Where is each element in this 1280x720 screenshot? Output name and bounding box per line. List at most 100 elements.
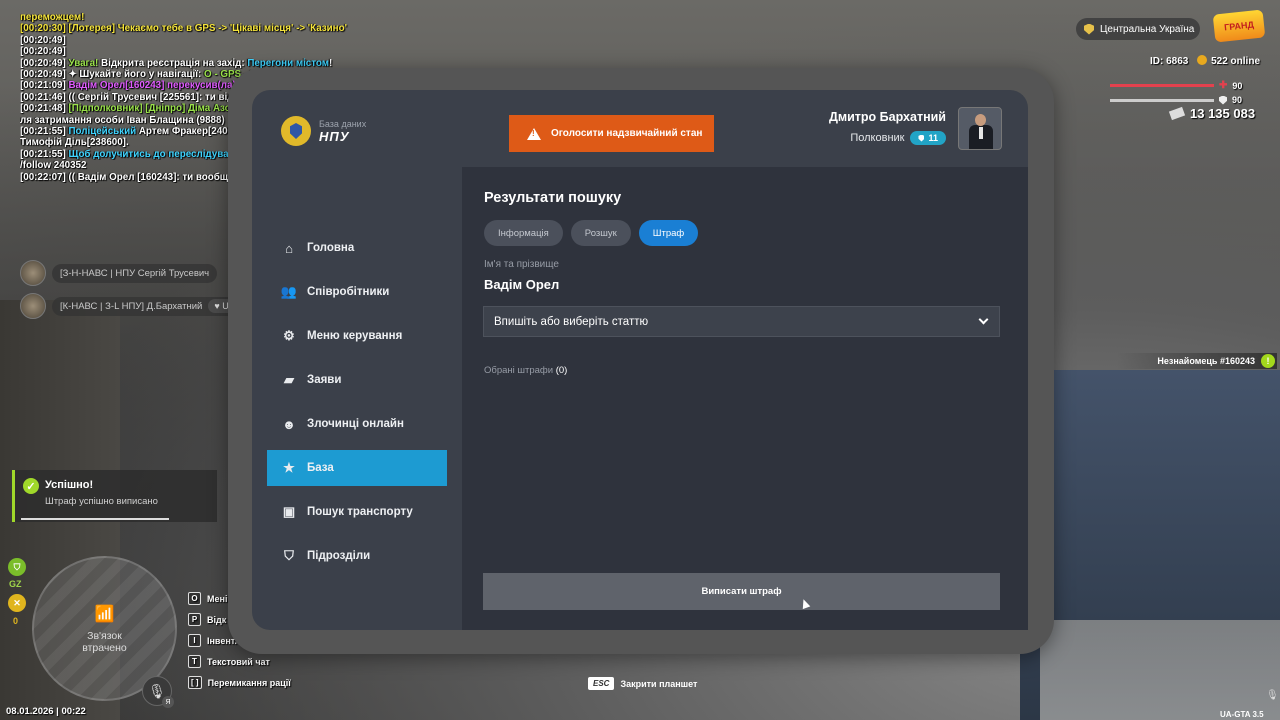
mic-badge: Я bbox=[162, 696, 174, 708]
key-hint: [ ] Перемикання рації bbox=[188, 672, 291, 693]
vehicle-search-icon: ▣ bbox=[282, 504, 296, 519]
player-id: ID: 6863 bbox=[1150, 55, 1189, 67]
article-select-placeholder: Впишіть або виберіть статтю bbox=[494, 315, 649, 328]
npu-emblem-icon bbox=[281, 116, 311, 146]
user-avatar bbox=[958, 107, 1002, 150]
user-level-badge: 11 bbox=[910, 131, 946, 145]
employees-icon: 👥 bbox=[280, 284, 298, 299]
health-bar bbox=[1110, 84, 1214, 87]
chat-line: переможцем! bbox=[20, 12, 85, 23]
brand: База даних НПУ bbox=[281, 116, 366, 146]
chat-line: [00:20:49] bbox=[20, 34, 66, 46]
warning-icon bbox=[527, 127, 541, 140]
wanted-count: 0 bbox=[13, 616, 19, 626]
chevron-down-icon bbox=[978, 314, 989, 325]
money-display: 13 135 083 bbox=[1168, 106, 1256, 121]
sidebar-item-label: Злочинці онлайн bbox=[307, 418, 404, 430]
results-tabs: Інформація Розшук Штраф bbox=[484, 220, 699, 246]
chat-line: [00:20:30] [Лотерея] Чекаємо тебе в GPS … bbox=[20, 23, 347, 35]
player-avatar bbox=[20, 293, 46, 319]
sidebar-item-criminals-online[interactable]: ☻ Злочинці онлайн bbox=[267, 406, 447, 442]
money-icon bbox=[1168, 106, 1186, 121]
sidebar-item-label: Пошук транспорту bbox=[307, 506, 413, 518]
gz-label: GZ bbox=[9, 579, 22, 589]
region-shield-icon bbox=[1084, 23, 1094, 35]
user-profile: Дмитро Бархатний Полковник 11 bbox=[810, 107, 1002, 151]
results-title: Результати пошуку bbox=[484, 190, 622, 206]
selected-fines-count: (0) bbox=[555, 365, 568, 376]
brand-name: НПУ bbox=[319, 128, 350, 144]
chat-line: [00:20:49] bbox=[20, 46, 66, 58]
armor-icon bbox=[1219, 95, 1227, 105]
armor-bar-row: 90 bbox=[1110, 95, 1242, 105]
key-hint: T Текстовий чат bbox=[188, 651, 291, 672]
sidebar-nav: ⌂ Головна 👥 Співробітники ⚙ Меню керування ▰ За… bbox=[267, 230, 447, 582]
tab-0[interactable]: Інформація bbox=[484, 220, 563, 246]
toast-title: Успішно! bbox=[45, 479, 94, 491]
armor-value: 90 bbox=[1232, 95, 1243, 105]
name-field-value: Вадім Орел bbox=[484, 277, 560, 292]
region-label: Центральна Україна bbox=[1100, 23, 1195, 35]
user-rank: Полковник bbox=[850, 132, 905, 144]
no-signal-icon: 📶 bbox=[94, 605, 115, 623]
crossed-badge-icon: ✕ bbox=[8, 594, 26, 612]
game-version: UA-GTA 3.5 bbox=[1220, 710, 1264, 719]
tab-2[interactable]: Штраф bbox=[638, 220, 699, 246]
check-icon: ✓ bbox=[23, 478, 39, 494]
divisions-icon: ⛉ bbox=[284, 548, 294, 563]
datetime: 08.01.2026 | 00:22 bbox=[6, 706, 86, 717]
name-field-label: Ім'я та прізвище bbox=[484, 259, 559, 270]
player-entry: [З-Н-НАВС | НПУ Сергій Трусевич bbox=[20, 260, 218, 286]
sidebar-item-home[interactable]: ⌂ Головна bbox=[267, 230, 447, 266]
sidebar-item-vehicle-search[interactable]: ▣ Пошук транспорту bbox=[267, 494, 447, 530]
declare-emergency-button[interactable]: Оголосити надзвичайний стан bbox=[509, 115, 714, 152]
criminals-online-icon: ☻ bbox=[282, 416, 296, 432]
player-entry: [К-НАВС | З-L НПУ] Д.Бархатний♥ UGTA bbox=[20, 293, 261, 319]
money-value: 13 135 083 bbox=[1190, 106, 1256, 121]
nearby-player: Незнайомець #160243 ! bbox=[1117, 353, 1277, 369]
sidebar-item-label: Співробітники bbox=[307, 286, 390, 298]
issue-fine-button[interactable]: Виписати штраф bbox=[483, 573, 1000, 610]
sidebar-item-label: Меню керування bbox=[307, 330, 403, 342]
sidebar-item-employees[interactable]: 👥 Співробітники bbox=[267, 274, 447, 310]
brand-subtitle: База даних bbox=[319, 118, 367, 129]
success-toast: ✓ Успішно! Штраф успішно виписано bbox=[12, 470, 217, 522]
alert-icon: ! bbox=[1261, 354, 1275, 368]
health-icon: ✚ bbox=[1219, 80, 1228, 91]
sidebar-item-control-menu[interactable]: ⚙ Меню керування bbox=[267, 318, 447, 354]
player-avatar bbox=[20, 260, 46, 286]
sidebar-item-database[interactable]: ★ База bbox=[267, 450, 447, 486]
tab-1[interactable]: Розшук bbox=[570, 220, 631, 246]
sidebar-item-label: Підрозділи bbox=[307, 550, 371, 562]
control-menu-icon: ⚙ bbox=[283, 328, 295, 343]
applications-icon: ▰ bbox=[284, 372, 294, 387]
sidebar-item-divisions[interactable]: ⛉ Підрозділи bbox=[267, 538, 447, 574]
toast-progress bbox=[21, 518, 169, 520]
health-value: 90 bbox=[1232, 80, 1243, 91]
connection-lost-label: Зв'язок втрачено bbox=[82, 629, 127, 654]
article-select[interactable]: Впишіть або виберіть статтю bbox=[483, 306, 1000, 337]
sidebar-item-label: Заяви bbox=[307, 374, 342, 386]
close-tablet-label: Закрити планшет bbox=[620, 678, 698, 689]
player-id-line: ID: 6863 522 online bbox=[1150, 55, 1260, 67]
sidebar-item-label: Головна bbox=[307, 242, 355, 254]
sidebar-item-applications[interactable]: ▰ Заяви bbox=[267, 362, 447, 398]
armor-bar bbox=[1110, 98, 1214, 102]
player-tag: [З-Н-НАВС | НПУ Сергій Трусевич bbox=[52, 263, 218, 283]
coin-icon bbox=[1197, 55, 1208, 65]
emergency-label: Оголосити надзвичайний стан bbox=[551, 128, 703, 139]
region-indicator: Центральна Україна bbox=[1076, 18, 1200, 40]
home-icon: ⌂ bbox=[285, 240, 293, 256]
shield-badge-icon: ⛉ bbox=[8, 558, 26, 576]
mic-small-icon: 🎙 bbox=[1266, 690, 1279, 701]
game-logo: ГРАНД bbox=[1212, 9, 1266, 43]
sidebar-item-label: База bbox=[307, 462, 334, 474]
online-count: 522 online bbox=[1197, 55, 1260, 67]
user-rank-row: Полковник 11 bbox=[850, 131, 946, 145]
esc-key: ESC bbox=[588, 677, 615, 690]
toast-text: Штраф успішно виписано bbox=[45, 496, 158, 507]
selected-fines: Обрані штрафи (0) bbox=[484, 365, 568, 376]
close-tablet-hint[interactable]: ESC Закрити планшет bbox=[588, 677, 697, 690]
user-name: Дмитро Бархатний bbox=[828, 110, 946, 124]
nearby-player-label: Незнайомець #160243 bbox=[1157, 356, 1255, 366]
